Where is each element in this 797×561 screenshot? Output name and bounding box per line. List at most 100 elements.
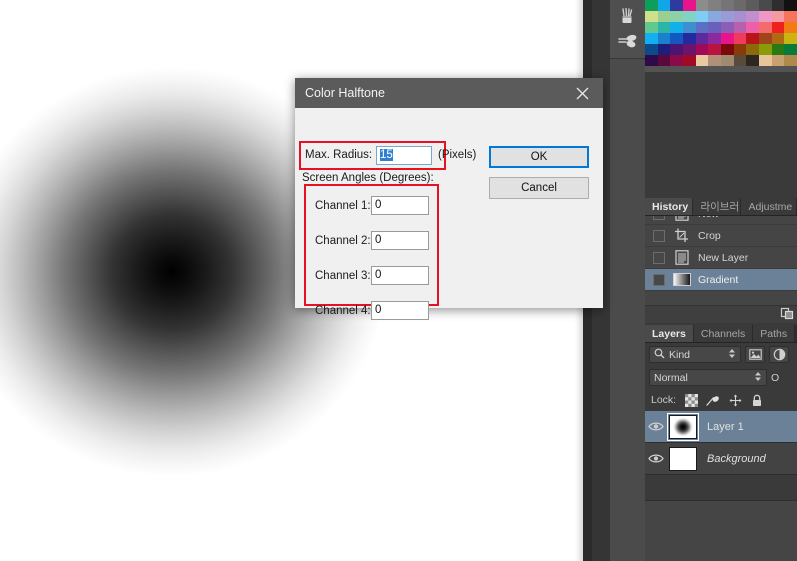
tab-layers[interactable]: Layers	[645, 325, 694, 342]
adjustment-filter-icon[interactable]	[769, 346, 789, 363]
lock-transparent-pixels-icon[interactable]	[684, 393, 698, 407]
color-swatch[interactable]	[683, 0, 696, 11]
tab-libraries[interactable]: 라이브러리	[693, 198, 742, 215]
color-swatch[interactable]	[683, 44, 696, 55]
color-swatch[interactable]	[645, 33, 658, 44]
new-snapshot-icon[interactable]	[780, 306, 794, 323]
history-item[interactable]: New	[645, 216, 797, 225]
layer-thumbnail[interactable]	[667, 412, 699, 441]
color-swatch[interactable]	[721, 44, 734, 55]
history-snapshot-checkbox[interactable]	[653, 229, 665, 242]
color-swatch[interactable]	[784, 22, 797, 33]
color-swatch[interactable]	[670, 22, 683, 33]
color-swatch[interactable]	[645, 11, 658, 22]
brush-presets-icon[interactable]	[616, 31, 640, 53]
color-swatch[interactable]	[683, 22, 696, 33]
color-swatch[interactable]	[784, 0, 797, 11]
color-swatch[interactable]	[670, 44, 683, 55]
color-swatch[interactable]	[670, 33, 683, 44]
color-swatch[interactable]	[670, 11, 683, 22]
color-swatch[interactable]	[746, 11, 759, 22]
dialog-titlebar[interactable]: Color Halftone	[295, 78, 603, 108]
color-swatch[interactable]	[784, 33, 797, 44]
tab-paths[interactable]: Paths	[753, 325, 796, 342]
color-swatch[interactable]	[733, 33, 747, 44]
color-swatch[interactable]	[721, 0, 734, 11]
color-swatch[interactable]	[708, 0, 721, 11]
color-swatch[interactable]	[708, 33, 721, 44]
tab-history[interactable]: History	[645, 198, 694, 215]
color-swatch[interactable]	[746, 44, 759, 55]
color-swatch[interactable]	[645, 22, 658, 33]
color-swatch[interactable]	[721, 33, 734, 44]
layer-thumbnail[interactable]	[667, 446, 699, 472]
color-swatch[interactable]	[746, 33, 759, 44]
ok-button[interactable]: OK	[489, 146, 589, 168]
lock-all-icon[interactable]	[750, 393, 764, 407]
brush-icon[interactable]	[616, 6, 640, 28]
color-swatch[interactable]	[784, 55, 797, 66]
color-swatch[interactable]	[759, 11, 772, 22]
color-swatch[interactable]	[708, 11, 721, 22]
lock-image-pixels-icon[interactable]	[706, 393, 720, 407]
channel-1-input[interactable]: 0	[371, 196, 429, 215]
max-radius-input[interactable]: 15	[376, 146, 432, 165]
color-swatch[interactable]	[695, 11, 709, 22]
color-swatch[interactable]	[670, 0, 683, 11]
color-swatch[interactable]	[645, 44, 658, 55]
color-swatch[interactable]	[784, 44, 797, 55]
color-swatch[interactable]	[721, 11, 734, 22]
color-swatch[interactable]	[759, 55, 772, 66]
color-swatch[interactable]	[683, 11, 696, 22]
color-swatch[interactable]	[733, 44, 747, 55]
color-swatch[interactable]	[746, 22, 759, 33]
color-swatch[interactable]	[733, 22, 747, 33]
blend-mode-select[interactable]: Normal	[649, 369, 767, 386]
color-swatch[interactable]	[759, 22, 772, 33]
history-snapshot-checkbox[interactable]	[653, 216, 665, 220]
color-swatch[interactable]	[746, 55, 759, 66]
image-filter-icon[interactable]	[745, 346, 765, 363]
color-swatch[interactable]	[759, 0, 772, 11]
color-swatch[interactable]	[771, 0, 785, 11]
color-swatch[interactable]	[695, 55, 709, 66]
lock-position-icon[interactable]	[728, 393, 742, 407]
color-swatch[interactable]	[683, 33, 696, 44]
color-swatch[interactable]	[657, 11, 671, 22]
cancel-button[interactable]: Cancel	[489, 177, 589, 199]
color-swatch[interactable]	[784, 11, 797, 22]
color-swatch[interactable]	[657, 0, 671, 11]
tab-adjustments[interactable]: Adjustme	[741, 198, 797, 215]
color-swatch[interactable]	[733, 0, 747, 11]
channel-3-input[interactable]: 0	[371, 266, 429, 285]
history-item[interactable]: Crop	[645, 225, 797, 247]
eye-icon[interactable]	[645, 453, 667, 464]
color-swatch[interactable]	[708, 55, 721, 66]
color-swatch[interactable]	[733, 11, 747, 22]
color-swatch[interactable]	[695, 0, 709, 11]
color-swatch[interactable]	[708, 44, 721, 55]
color-swatch[interactable]	[771, 22, 785, 33]
color-swatch[interactable]	[695, 44, 709, 55]
color-swatch[interactable]	[721, 55, 734, 66]
color-swatch[interactable]	[695, 33, 709, 44]
eye-icon[interactable]	[645, 421, 667, 432]
history-snapshot-checkbox[interactable]	[653, 251, 665, 264]
color-swatch[interactable]	[759, 33, 772, 44]
color-swatch[interactable]	[733, 55, 747, 66]
channel-4-input[interactable]: 0	[371, 301, 429, 320]
color-swatch[interactable]	[771, 11, 785, 22]
color-swatch[interactable]	[657, 44, 671, 55]
color-swatch[interactable]	[645, 0, 658, 11]
color-swatch[interactable]	[657, 55, 671, 66]
color-swatch[interactable]	[657, 22, 671, 33]
color-swatch[interactable]	[771, 55, 785, 66]
color-swatch[interactable]	[721, 22, 734, 33]
close-icon[interactable]	[561, 78, 603, 108]
swatch-grid[interactable]	[645, 0, 797, 66]
layer-row[interactable]: Background	[645, 443, 797, 475]
color-swatch[interactable]	[759, 44, 772, 55]
color-swatch[interactable]	[657, 33, 671, 44]
channel-2-input[interactable]: 0	[371, 231, 429, 250]
color-swatch[interactable]	[746, 0, 759, 11]
